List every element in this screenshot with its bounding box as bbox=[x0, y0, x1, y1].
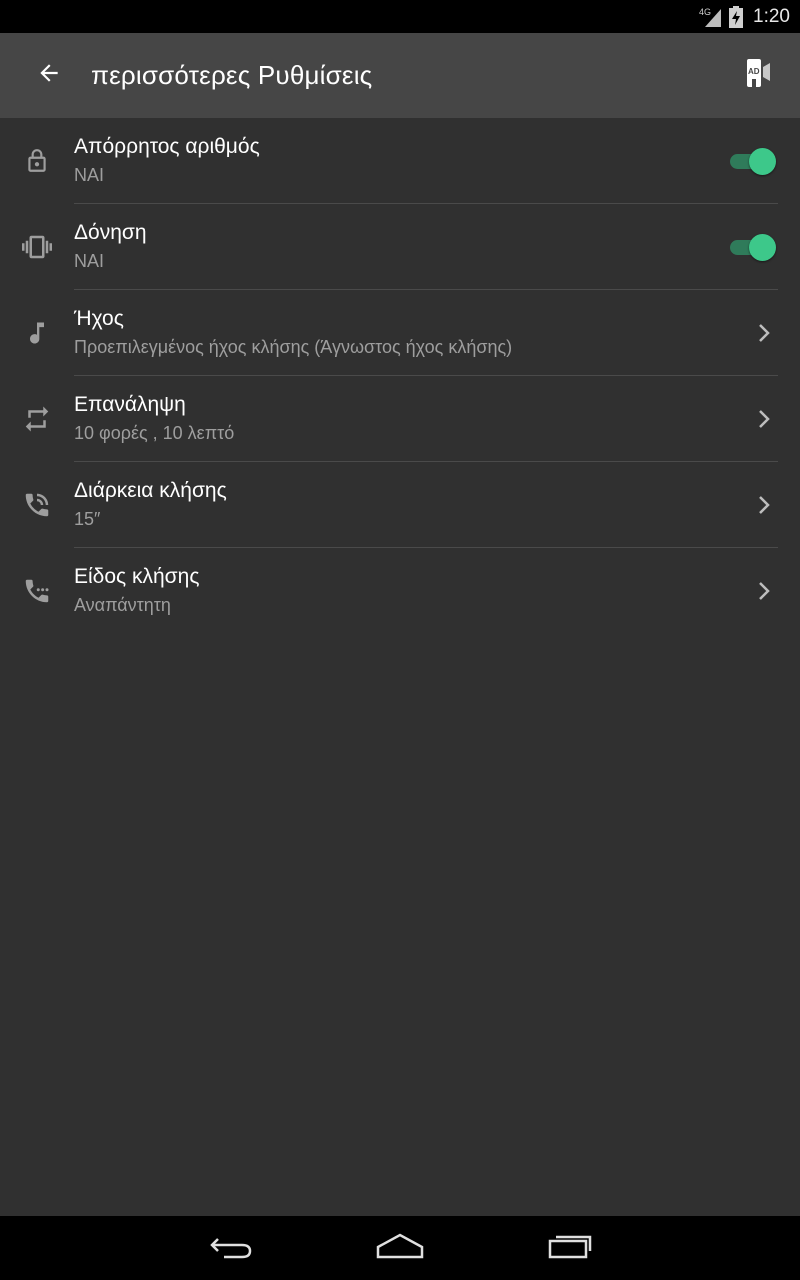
svg-text:4G: 4G bbox=[699, 7, 711, 17]
nav-recents-button[interactable] bbox=[540, 1228, 600, 1268]
setting-title: Είδος κλήσης bbox=[74, 565, 200, 588]
vibrate-icon bbox=[18, 228, 56, 266]
phone-in-talk-icon bbox=[18, 486, 56, 524]
phone-missed-icon bbox=[18, 572, 56, 610]
nav-back-button[interactable] bbox=[200, 1228, 260, 1268]
setting-private-number[interactable]: Απόρρητος αριθμός ΝΑΙ bbox=[0, 118, 800, 204]
setting-value: 15″ bbox=[74, 509, 101, 529]
app-bar: περισσότερες Ρυθμίσεις AD bbox=[0, 33, 800, 118]
setting-value: Προεπιλεγμένος ήχος κλήσης (Άγνωστος ήχο… bbox=[74, 337, 513, 357]
toggle-thumb bbox=[749, 148, 776, 175]
ad-block-button[interactable]: AD bbox=[738, 55, 778, 95]
status-bar: 4G 1:20 bbox=[0, 0, 800, 33]
svg-text:AD: AD bbox=[748, 67, 760, 76]
chevron-right-icon bbox=[756, 493, 772, 517]
setting-value: Αναπάντητη bbox=[74, 595, 171, 615]
setting-call-duration[interactable]: Διάρκεια κλήσης 15″ bbox=[0, 462, 800, 548]
private-number-toggle[interactable] bbox=[726, 147, 776, 175]
status-time: 1:20 bbox=[753, 5, 790, 27]
system-nav-bar bbox=[0, 1216, 800, 1280]
lock-icon bbox=[18, 142, 56, 180]
nav-back-icon bbox=[206, 1231, 254, 1266]
repeat-icon bbox=[18, 400, 56, 438]
setting-value: 10 φορές , 10 λεπτό bbox=[74, 423, 235, 443]
chevron-right-icon bbox=[756, 407, 772, 431]
music-note-icon bbox=[18, 314, 56, 352]
setting-call-type[interactable]: Είδος κλήσης Αναπάντητη bbox=[0, 548, 800, 634]
setting-repeat[interactable]: Επανάληψη 10 φορές , 10 λεπτό bbox=[0, 376, 800, 462]
setting-value: ΝΑΙ bbox=[74, 165, 105, 185]
setting-title: Απόρρητος αριθμός bbox=[74, 135, 260, 158]
setting-value: ΝΑΙ bbox=[74, 251, 105, 271]
setting-title: Επανάληψη bbox=[74, 393, 186, 416]
battery-charging-icon bbox=[729, 5, 744, 28]
toggle-thumb bbox=[749, 234, 776, 261]
nav-home-icon bbox=[374, 1231, 426, 1266]
setting-title: Δόνηση bbox=[74, 221, 147, 244]
arrow-left-icon bbox=[36, 60, 62, 91]
back-button[interactable] bbox=[19, 46, 79, 106]
setting-sound[interactable]: Ήχος Προεπιλεγμένος ήχος κλήσης (Άγνωστο… bbox=[0, 290, 800, 376]
nav-home-button[interactable] bbox=[370, 1228, 430, 1268]
setting-title: Ήχος bbox=[74, 307, 124, 330]
vibration-toggle[interactable] bbox=[726, 233, 776, 261]
setting-vibration[interactable]: Δόνηση ΝΑΙ bbox=[0, 204, 800, 290]
signal-4g-icon: 4G bbox=[699, 6, 723, 28]
ad-block-icon: AD bbox=[743, 57, 773, 94]
page-title: περισσότερες Ρυθμίσεις bbox=[91, 60, 373, 90]
setting-title: Διάρκεια κλήσης bbox=[74, 479, 227, 502]
nav-recents-icon bbox=[546, 1231, 594, 1266]
chevron-right-icon bbox=[756, 321, 772, 345]
settings-list: Απόρρητος αριθμός ΝΑΙ Δόνηση ΝΑΙ Ήχος Πρ… bbox=[0, 118, 800, 634]
chevron-right-icon bbox=[756, 579, 772, 603]
